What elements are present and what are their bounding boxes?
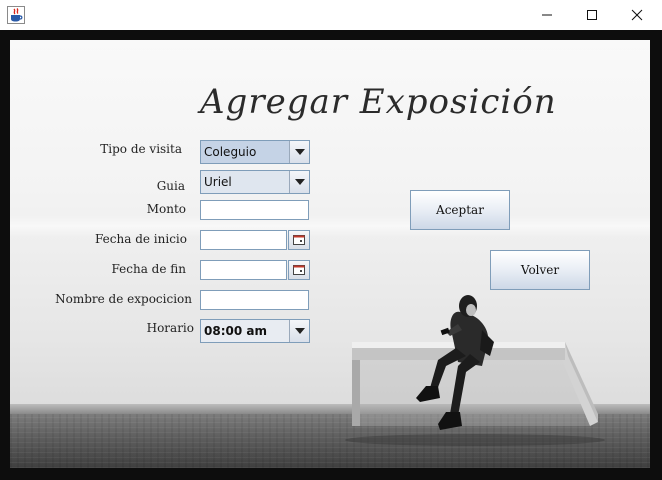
fecha-fin-input[interactable] xyxy=(200,260,287,280)
maximize-icon xyxy=(587,10,597,20)
guia-dropdown-button[interactable] xyxy=(289,171,309,193)
tipo-visita-select[interactable]: Coleguio xyxy=(200,140,310,164)
guia-select[interactable]: Uriel xyxy=(200,170,310,194)
chevron-down-icon xyxy=(294,328,305,334)
fecha-inicio-input[interactable] xyxy=(200,230,287,250)
guia-value: Uriel xyxy=(204,175,232,189)
close-icon xyxy=(631,9,643,21)
horario-dropdown-button[interactable] xyxy=(289,320,309,342)
horario-value: 08:00 am xyxy=(204,324,267,338)
tipo-visita-value: Coleguio xyxy=(204,145,257,159)
nombre-expocicion-input[interactable] xyxy=(200,290,309,310)
chevron-down-icon xyxy=(294,149,305,155)
tipo-visita-dropdown-button[interactable] xyxy=(289,141,309,163)
bench-photo xyxy=(345,295,605,446)
calendar-icon xyxy=(293,265,305,275)
window-frame: Agregar Exposición Tipo de visita Colegu… xyxy=(0,30,662,480)
background-scene: Agregar Exposición Tipo de visita Colegu… xyxy=(10,40,650,468)
aceptar-button[interactable]: Aceptar xyxy=(410,190,510,230)
volver-button[interactable]: Volver xyxy=(490,250,590,290)
window-title-bar[interactable] xyxy=(0,0,662,30)
chevron-down-icon xyxy=(294,179,305,185)
nombre-expocicion-label: Nombre de expocicion xyxy=(55,292,192,306)
page-title: Agregar Exposición xyxy=(200,82,557,122)
tipo-visita-label: Tipo de visita xyxy=(100,142,182,156)
close-button[interactable] xyxy=(614,0,660,30)
calendar-icon xyxy=(293,235,305,245)
fecha-fin-label: Fecha de fin xyxy=(111,262,186,276)
maximize-button[interactable] xyxy=(569,0,615,30)
minimize-button[interactable] xyxy=(524,0,570,30)
minimize-icon xyxy=(542,14,552,16)
monto-input[interactable] xyxy=(200,200,309,220)
horario-label: Horario xyxy=(146,321,194,335)
fecha-inicio-calendar-button[interactable] xyxy=(288,230,310,250)
fecha-fin-calendar-button[interactable] xyxy=(288,260,310,280)
fecha-inicio-label: Fecha de inicio xyxy=(95,232,187,246)
horario-select[interactable]: 08:00 am xyxy=(200,319,310,343)
monto-label: Monto xyxy=(146,202,186,216)
guia-label: Guia xyxy=(156,179,185,193)
java-cup-icon xyxy=(7,6,25,24)
